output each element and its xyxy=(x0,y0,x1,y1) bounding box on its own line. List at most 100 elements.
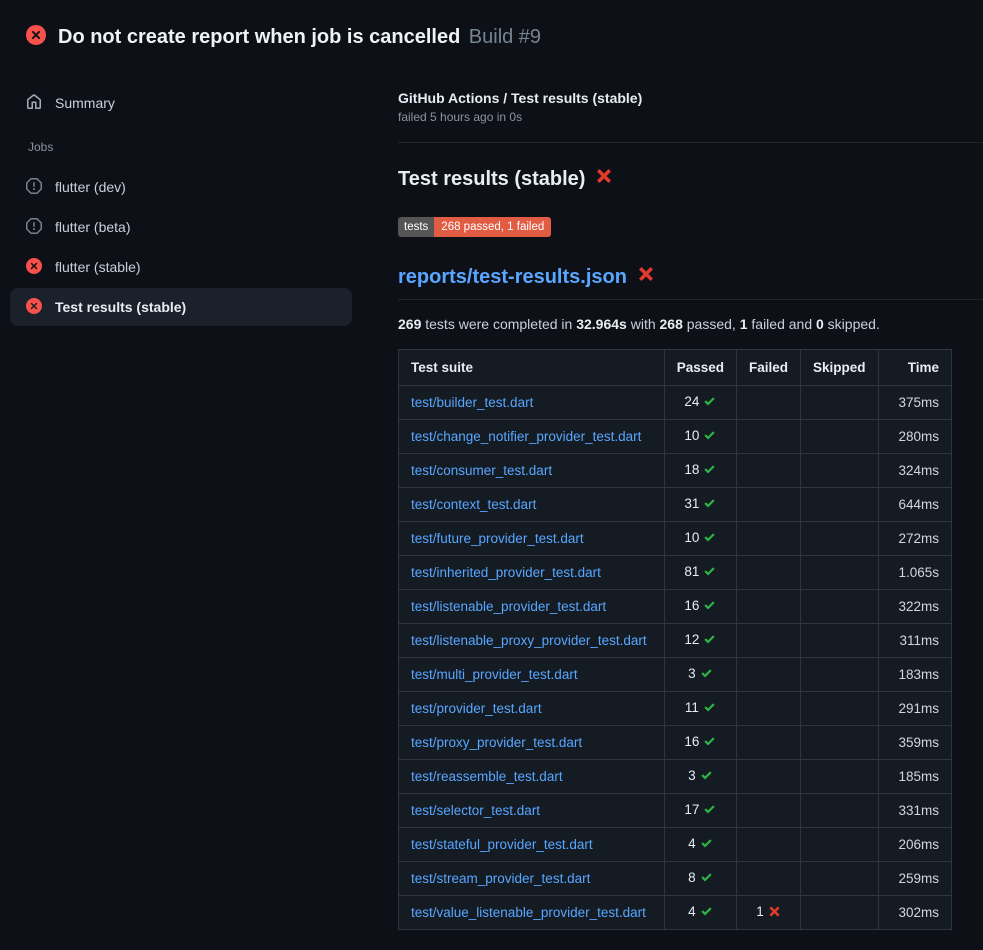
sidebar: Summary Jobs flutter (dev)flutter (beta)… xyxy=(0,56,390,328)
passed-cell: 11 xyxy=(664,692,736,726)
test-suite-link[interactable]: test/value_listenable_provider_test.dart xyxy=(411,905,646,920)
failed-cell: 1 xyxy=(737,896,801,930)
breadcrumb: GitHub Actions / Test results (stable) xyxy=(398,90,983,106)
test-suite-link[interactable]: test/selector_test.dart xyxy=(411,803,540,818)
check-icon xyxy=(703,735,716,751)
test-suite-link[interactable]: test/change_notifier_provider_test.dart xyxy=(411,429,641,444)
passed-cell: 81 xyxy=(664,556,736,590)
time-cell: 331ms xyxy=(878,794,951,828)
skipped-cell xyxy=(801,386,879,420)
failed-cell xyxy=(737,454,801,488)
divider xyxy=(398,142,983,143)
report-file-link[interactable]: reports/test-results.json xyxy=(398,266,627,289)
failed-cell xyxy=(737,862,801,896)
stop-icon xyxy=(26,178,42,197)
test-results-table: Test suitePassedFailedSkippedTime test/b… xyxy=(398,349,952,930)
page-title: Do not create report when job is cancell… xyxy=(58,26,460,48)
check-icon xyxy=(703,463,716,479)
time-cell: 206ms xyxy=(878,828,951,862)
badge-value: 268 passed, 1 failed xyxy=(434,217,551,237)
failed-cell xyxy=(737,760,801,794)
test-suite-link[interactable]: test/provider_test.dart xyxy=(411,701,542,716)
passed-cell: 18 xyxy=(664,454,736,488)
time-cell: 644ms xyxy=(878,488,951,522)
sidebar-job-label: flutter (beta) xyxy=(55,219,130,235)
test-suite-link[interactable]: test/inherited_provider_test.dart xyxy=(411,565,601,580)
skipped-cell xyxy=(801,794,879,828)
passed-cell: 10 xyxy=(664,420,736,454)
test-suite-link[interactable]: test/consumer_test.dart xyxy=(411,463,552,478)
section-title: Test results (stable) xyxy=(398,167,983,191)
time-cell: 183ms xyxy=(878,658,951,692)
skipped-cell xyxy=(801,454,879,488)
skipped-cell xyxy=(801,420,879,454)
failed-cell xyxy=(737,692,801,726)
check-icon xyxy=(700,837,713,853)
skipped-cell xyxy=(801,556,879,590)
check-icon xyxy=(700,769,713,785)
test-suite-link[interactable]: test/listenable_provider_test.dart xyxy=(411,599,606,614)
table-row: test/proxy_provider_test.dart16359ms xyxy=(399,726,952,760)
run-header: Do not create report when job is cancell… xyxy=(0,0,983,56)
test-suite-link[interactable]: test/multi_provider_test.dart xyxy=(411,667,578,682)
failed-cell xyxy=(737,386,801,420)
failed-cell xyxy=(737,488,801,522)
passed-cell: 4 xyxy=(664,828,736,862)
check-icon xyxy=(703,701,716,717)
cross-mark-icon xyxy=(595,167,613,191)
passed-cell: 12 xyxy=(664,624,736,658)
passed-cell: 16 xyxy=(664,590,736,624)
table-row: test/listenable_proxy_provider_test.dart… xyxy=(399,624,952,658)
test-suite-link[interactable]: test/context_test.dart xyxy=(411,497,536,512)
test-suite-link[interactable]: test/listenable_proxy_provider_test.dart xyxy=(411,633,647,648)
column-header-skipped: Skipped xyxy=(801,350,879,386)
skipped-cell xyxy=(801,692,879,726)
sidebar-item-summary[interactable]: Summary xyxy=(10,84,352,122)
time-cell: 359ms xyxy=(878,726,951,760)
sidebar-job-item[interactable]: Test results (stable) xyxy=(10,288,352,326)
passed-cell: 31 xyxy=(664,488,736,522)
time-cell: 272ms xyxy=(878,522,951,556)
sidebar-job-item[interactable]: flutter (dev) xyxy=(10,168,352,206)
test-suite-link[interactable]: test/future_provider_test.dart xyxy=(411,531,584,546)
time-cell: 291ms xyxy=(878,692,951,726)
table-row: test/builder_test.dart24375ms xyxy=(399,386,952,420)
test-suite-link[interactable]: test/stream_provider_test.dart xyxy=(411,871,590,886)
jobs-nav: flutter (dev) flutter (beta) flutter (stab… xyxy=(10,168,352,326)
run-status-line: failed 5 hours ago in 0s xyxy=(398,110,983,124)
skipped-cell xyxy=(801,828,879,862)
failed-cell xyxy=(737,590,801,624)
check-icon xyxy=(703,429,716,445)
check-icon xyxy=(703,395,716,411)
skipped-cell xyxy=(801,658,879,692)
sidebar-job-label: flutter (dev) xyxy=(55,179,126,195)
test-suite-link[interactable]: test/stateful_provider_test.dart xyxy=(411,837,593,852)
sidebar-job-item[interactable]: flutter (stable) xyxy=(10,248,352,286)
skipped-cell xyxy=(801,488,879,522)
test-suite-link[interactable]: test/reassemble_test.dart xyxy=(411,769,563,784)
cross-mark-icon xyxy=(637,265,655,289)
check-icon xyxy=(703,565,716,581)
stop-icon xyxy=(26,218,42,237)
table-row: test/selector_test.dart17331ms xyxy=(399,794,952,828)
table-row: test/value_listenable_provider_test.dart… xyxy=(399,896,952,930)
check-icon xyxy=(703,803,716,819)
time-cell: 375ms xyxy=(878,386,951,420)
badge-label: tests xyxy=(398,217,434,237)
passed-cell: 10 xyxy=(664,522,736,556)
x-circle-icon xyxy=(26,258,42,277)
cross-mark-icon xyxy=(768,905,781,921)
passed-cell: 8 xyxy=(664,862,736,896)
sidebar-job-item[interactable]: flutter (beta) xyxy=(10,208,352,246)
report-title: reports/test-results.json xyxy=(398,265,983,300)
passed-cell: 3 xyxy=(664,760,736,794)
time-cell: 280ms xyxy=(878,420,951,454)
test-suite-link[interactable]: test/proxy_provider_test.dart xyxy=(411,735,582,750)
failed-cell xyxy=(737,726,801,760)
build-number: Build #9 xyxy=(469,26,541,48)
test-suite-link[interactable]: test/builder_test.dart xyxy=(411,395,533,410)
table-row: test/inherited_provider_test.dart811.065… xyxy=(399,556,952,590)
skipped-cell xyxy=(801,522,879,556)
sidebar-job-label: Test results (stable) xyxy=(55,299,186,315)
column-header-failed: Failed xyxy=(737,350,801,386)
